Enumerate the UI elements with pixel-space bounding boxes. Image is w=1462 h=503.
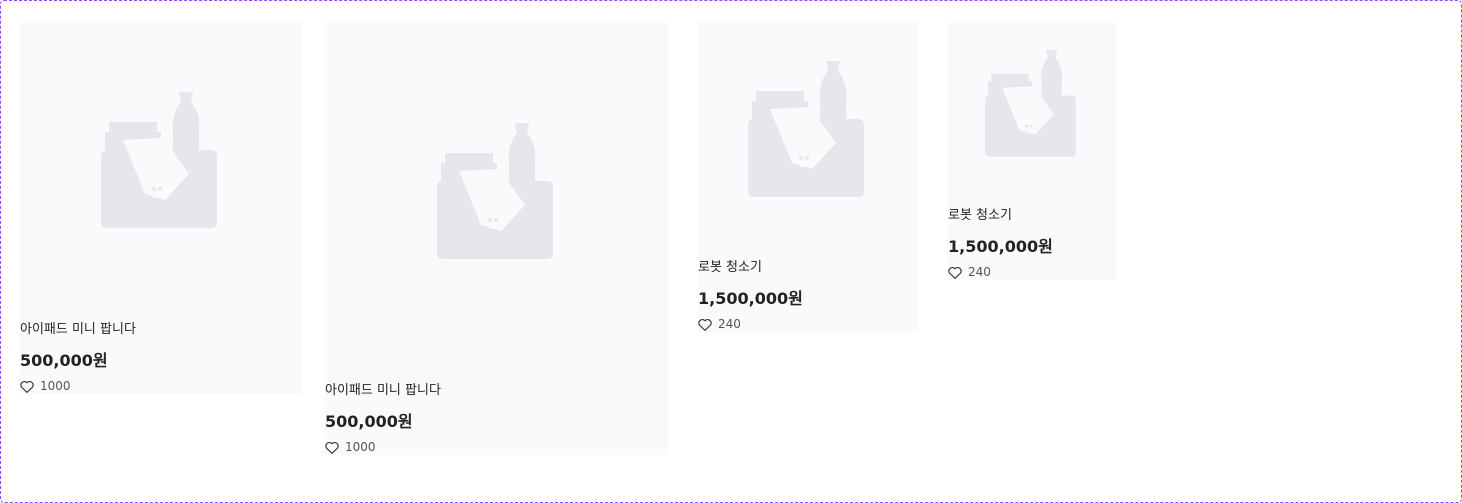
image-placeholder-icon	[985, 50, 1076, 157]
likes-count: 1000	[345, 440, 376, 454]
product-card[interactable]: 아이패드 미니 팝니다 500,000원 1000	[20, 21, 302, 394]
heart-icon[interactable]	[698, 318, 712, 331]
heart-icon[interactable]	[20, 380, 34, 393]
product-price: 1,500,000원	[948, 237, 1053, 256]
product-title[interactable]: 로봇 청소기	[948, 207, 1116, 225]
product-title[interactable]: 아이패드 미니 팝니다	[20, 321, 302, 339]
likes-count: 1000	[40, 379, 71, 393]
product-price: 1,500,000원	[698, 289, 803, 308]
product-card[interactable]: 로봇 청소기 1,500,000원 240	[698, 21, 918, 332]
product-title[interactable]: 로봇 청소기	[698, 259, 918, 277]
product-likes: 240	[698, 316, 918, 332]
product-likes: 1000	[325, 439, 668, 455]
product-price: 500,000원	[20, 351, 108, 370]
product-likes: 1000	[20, 378, 302, 394]
product-image[interactable]	[698, 21, 918, 241]
heart-icon[interactable]	[325, 441, 339, 454]
image-placeholder-icon	[101, 92, 217, 228]
product-card[interactable]: 아이패드 미니 팝니다 500,000원 1000	[325, 21, 668, 455]
product-title[interactable]: 아이패드 미니 팝니다	[325, 382, 668, 400]
likes-count: 240	[968, 265, 991, 279]
product-image[interactable]	[20, 21, 302, 303]
product-card[interactable]: 로봇 청소기 1,500,000원 240	[948, 21, 1116, 280]
heart-icon[interactable]	[948, 266, 962, 279]
likes-count: 240	[718, 317, 741, 331]
product-likes: 240	[948, 264, 1116, 280]
product-image[interactable]	[948, 21, 1116, 189]
product-price: 500,000원	[325, 412, 413, 431]
image-placeholder-icon	[436, 122, 553, 259]
image-placeholder-icon	[748, 61, 864, 197]
product-image[interactable]	[325, 21, 668, 364]
product-grid-frame: 아이패드 미니 팝니다 500,000원 1000 아이패드 미니 팝니다 50…	[0, 0, 1462, 503]
